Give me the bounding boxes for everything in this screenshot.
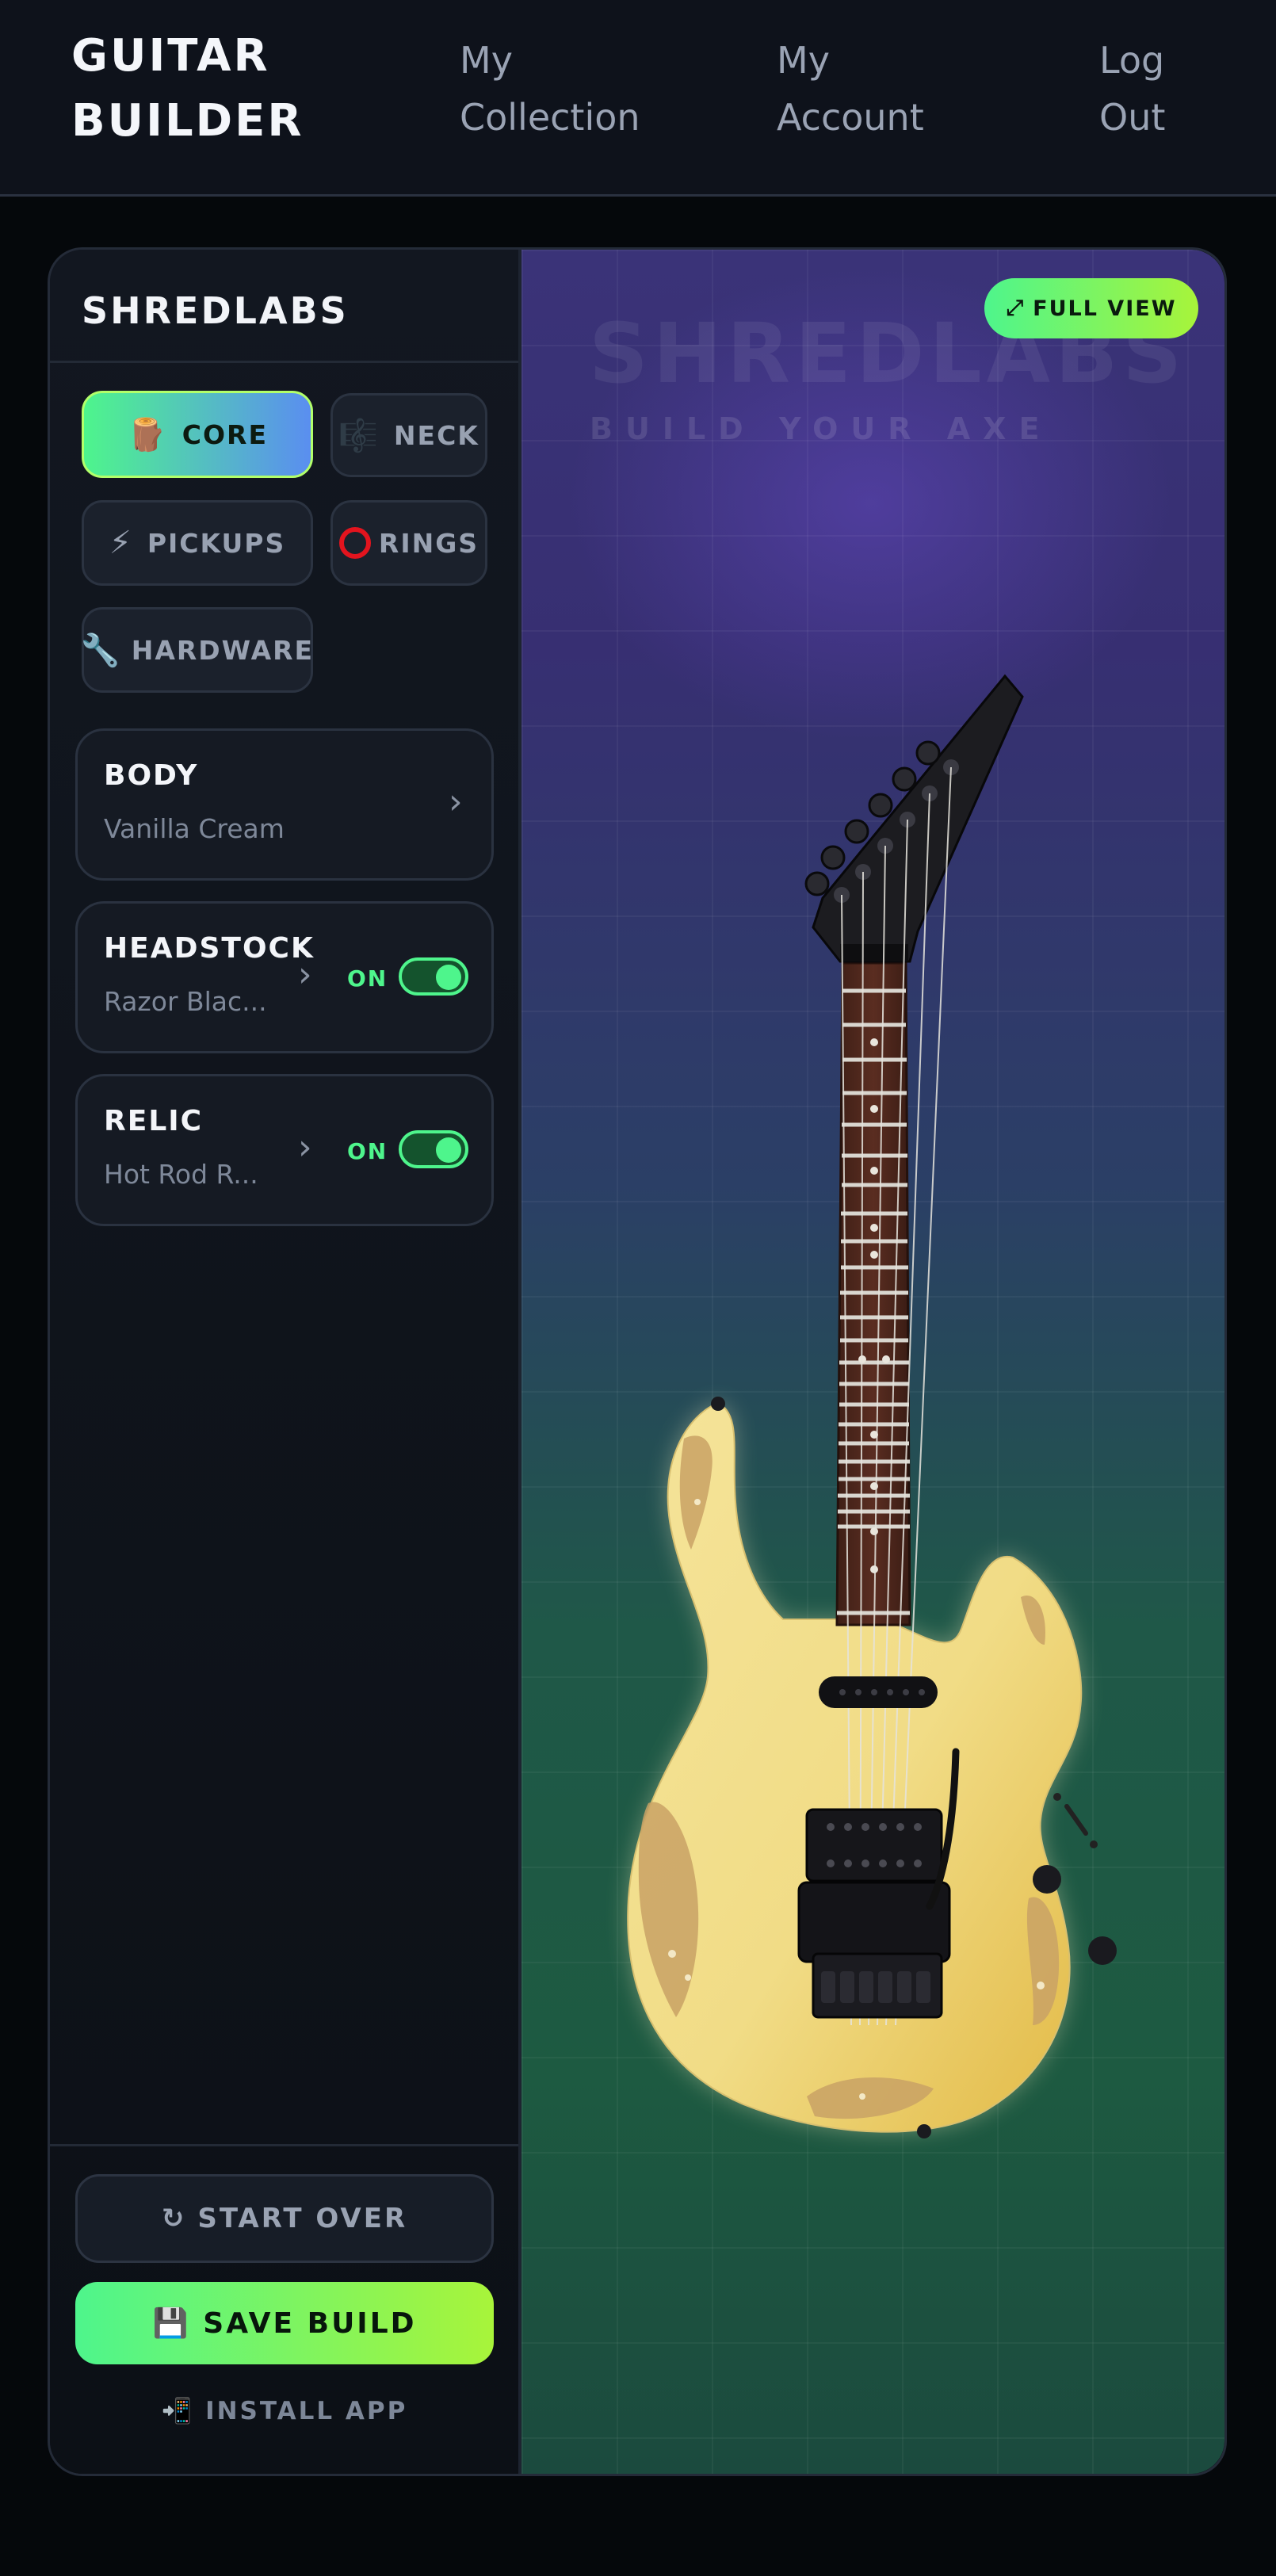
brand-line-2: BUILDER (71, 95, 304, 147)
selector-screw (1090, 1840, 1098, 1848)
tab-hardware[interactable]: 🔧 HARDWARE (80, 607, 315, 693)
top-nav: GUITAR BUILDER My Collection My Account … (0, 0, 1276, 197)
option-headstock-title: HEADSTOCK (104, 932, 315, 965)
strap-button (917, 2124, 931, 2138)
tab-pickups[interactable]: ⚡ PICKUPS (82, 500, 313, 586)
chevron-right-icon: › (449, 782, 463, 822)
headstock-toggle-label: ON (347, 965, 388, 992)
tab-pickups-label: PICKUPS (147, 527, 286, 559)
relic-toggle-label: ON (347, 1138, 388, 1164)
locking-nut (840, 944, 908, 961)
nav-my-account[interactable]: My Account (777, 32, 924, 146)
sidebar-footer-divider (50, 2144, 518, 2146)
tab-neck[interactable]: 🎼 NECK (330, 393, 487, 477)
nav-my-account-line-2: Account (777, 96, 924, 139)
option-relic-value: Hot Rod R... (104, 1159, 258, 1190)
nav-my-collection[interactable]: My Collection (460, 32, 640, 146)
start-over-label: START OVER (197, 2203, 408, 2234)
nav-my-account-line-1: My (777, 39, 830, 82)
toggle-knob (436, 965, 461, 990)
tab-neck-label: NECK (393, 419, 479, 451)
builder-panel: SHREDLABS 🪵 CORE 🎼 NECK ⚡ PICKUPS RINGS … (48, 247, 1227, 2476)
chevron-right-icon: › (298, 1127, 312, 1168)
brand-logo[interactable]: GUITAR BUILDER (71, 24, 333, 154)
tone-knob (1088, 1936, 1117, 1965)
option-body[interactable]: BODY Vanilla Cream › (75, 728, 494, 881)
ring-icon (338, 527, 371, 559)
headstock-toggle[interactable] (399, 957, 468, 996)
relic-toggle[interactable] (399, 1130, 468, 1168)
tab-rings-label: RINGS (378, 527, 479, 559)
wrench-icon: 🔧 (80, 632, 122, 669)
toggle-knob (436, 1137, 461, 1163)
sidebar-divider (50, 361, 518, 363)
sidebar: SHREDLABS 🪵 CORE 🎼 NECK ⚡ PICKUPS RINGS … (50, 250, 521, 2474)
strap-button (711, 1397, 725, 1411)
option-headstock-value: Razor Blac... (104, 986, 267, 1017)
mobile-download-icon: 📲 (161, 2397, 195, 2425)
tab-rings[interactable]: RINGS (330, 500, 487, 586)
selector-screw (1053, 1793, 1061, 1801)
nav-log-out[interactable]: Log Out (1099, 32, 1165, 146)
save-build-button[interactable]: 💾 SAVE BUILD (75, 2282, 494, 2364)
nav-my-collection-line-2: Collection (460, 96, 640, 139)
option-relic[interactable]: RELIC Hot Rod R... › ON (75, 1074, 494, 1226)
brand-line-1: GUITAR (71, 30, 270, 82)
nav-log-out-line-1: Log (1099, 39, 1165, 82)
install-app-link[interactable]: 📲 INSTALL APP (75, 2396, 494, 2425)
option-body-title: BODY (104, 759, 199, 792)
headstock (812, 674, 1024, 963)
nav-my-collection-line-1: My (460, 39, 513, 82)
tremolo-bridge (797, 1881, 951, 1963)
tab-core-label: CORE (181, 419, 269, 450)
option-headstock[interactable]: HEADSTOCK Razor Blac... › ON (75, 901, 494, 1053)
tab-core[interactable]: 🪵 CORE (82, 391, 313, 478)
nav-log-out-line-2: Out (1099, 96, 1166, 139)
tab-hardware-label: HARDWARE (131, 634, 315, 666)
save-build-label: SAVE BUILD (203, 2307, 417, 2340)
bridge-pickup (805, 1808, 943, 1882)
volume-knob (1033, 1865, 1061, 1894)
wood-log-icon: 🪵 (126, 416, 168, 453)
install-app-label: INSTALL APP (205, 2397, 408, 2425)
start-over-button[interactable]: ↻ START OVER (75, 2174, 494, 2263)
option-body-value: Vanilla Cream (104, 813, 285, 844)
option-relic-title: RELIC (104, 1105, 204, 1137)
guitar-image[interactable] (521, 250, 1224, 2474)
pickup-selector (1064, 1804, 1088, 1836)
sheet-music-icon: 🎼 (338, 417, 380, 454)
guitar-preview: SHREDLABS BUILD YOUR AXE ⤢ FULL VIEW (521, 250, 1224, 2474)
floppy-disk-icon: 💾 (152, 2307, 191, 2340)
sidebar-title: SHREDLABS (82, 289, 349, 332)
reset-icon: ↻ (161, 2203, 187, 2234)
chevron-right-icon: › (298, 954, 312, 995)
lightning-icon: ⚡ (109, 525, 133, 561)
